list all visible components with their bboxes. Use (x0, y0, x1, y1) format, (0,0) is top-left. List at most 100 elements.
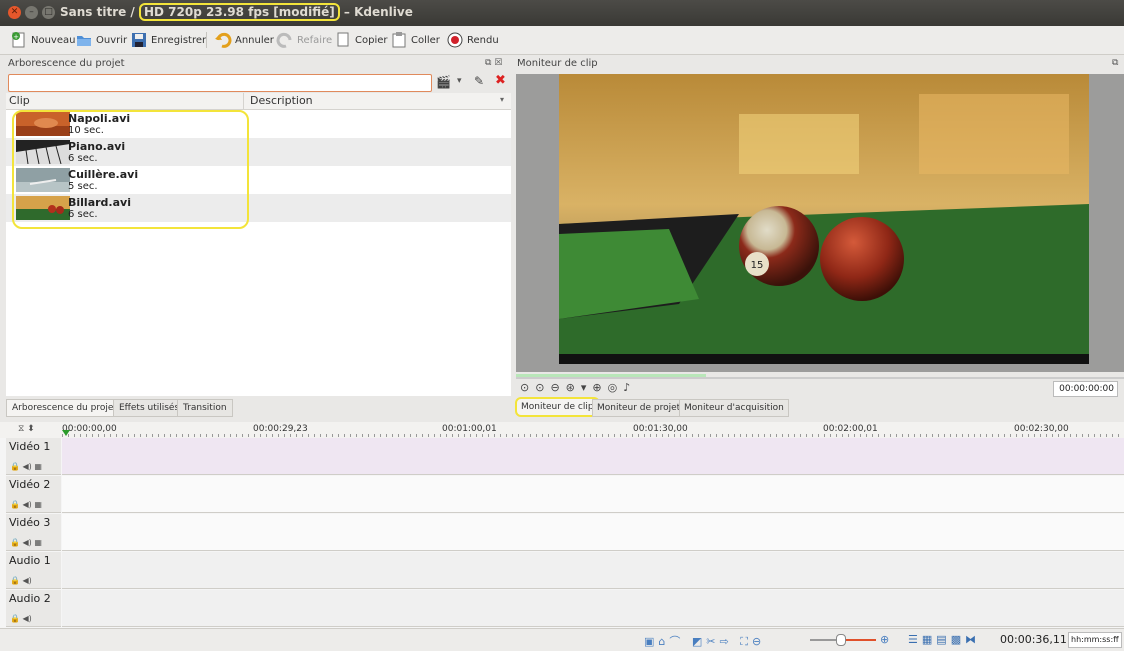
timeline-tracks: Vidéo 1 🔒 ◀) ▦ Vidéo 2 🔒 ◀) ▦ Vidéo 3 🔒 … (0, 438, 1124, 628)
track-view-tools: ☰▦▤▩⧓ (908, 633, 980, 646)
track-header[interactable]: Vidéo 3 🔒 ◀) ▦ (6, 514, 61, 551)
tab-project-monitor[interactable]: Moniteur de projet (592, 399, 686, 417)
save-button[interactable]: Enregistrer (130, 30, 206, 50)
status-tools: ▣⌂⌒ ◩✂⇨ ⛶⊖ (644, 633, 765, 649)
snap-icon[interactable]: ▣ (644, 635, 658, 648)
track-header[interactable]: Audio 1 🔒 ◀) (6, 552, 61, 589)
render-icon (447, 32, 463, 48)
track-lock-audio-icons[interactable]: 🔒 ◀) (10, 614, 32, 623)
show-markers-icon[interactable]: ▩ (951, 633, 965, 646)
track-lane[interactable] (62, 590, 1124, 627)
tab-effects-used[interactable]: Effets utilisés (113, 399, 186, 417)
spacer-tool-icon[interactable]: ⇨ (720, 635, 733, 648)
razor-tool-icon[interactable]: ✂ (706, 635, 719, 648)
track-lane[interactable] (62, 514, 1124, 551)
svg-text:15: 15 (751, 260, 764, 271)
sort-chevron-icon[interactable]: ▾ (500, 95, 504, 104)
window-title: Sans titre / HD 720p 23.98 fps [modifié]… (60, 3, 413, 21)
track-name: Vidéo 2 (9, 478, 51, 491)
project-tree-title: Arborescence du projet (8, 58, 125, 69)
forward-icon[interactable]: ⊕ (592, 381, 607, 394)
panel-float-icon[interactable]: ⧉ ☒ (485, 58, 502, 68)
tree-header: Clip Description ▾ (6, 93, 511, 110)
track-lane[interactable] (62, 476, 1124, 513)
timeline-ruler[interactable]: ⧖ ⬍ 00:00:00,00 00:00:29,23 00:01:00,01 … (0, 422, 1124, 439)
minimize-window-icon[interactable]: – (25, 6, 38, 19)
billiard-frame-image: 15 (559, 74, 1089, 364)
maximize-window-icon[interactable]: □ (42, 6, 55, 19)
column-description[interactable]: Description (250, 94, 313, 107)
title-prefix: Sans titre / (60, 5, 135, 19)
tab-transition[interactable]: Transition (177, 399, 233, 417)
track-lock-audio-video-icons[interactable]: 🔒 ◀) ▦ (10, 538, 42, 547)
redo-icon (276, 32, 292, 48)
open-folder-icon (77, 36, 91, 46)
svg-text:+: + (13, 33, 19, 41)
save-icon (132, 33, 146, 47)
redo-button[interactable]: Refaire (276, 30, 332, 50)
add-clip-icon[interactable]: 🎬 (436, 75, 451, 89)
play-options-chevron-icon[interactable]: ▾ (581, 381, 593, 394)
project-search-input[interactable] (8, 74, 432, 92)
redo-small-icon[interactable]: ⌒ (669, 635, 684, 648)
select-tool-icon[interactable]: ◩ (692, 635, 706, 648)
track-lock-audio-video-icons[interactable]: 🔒 ◀) ▦ (10, 462, 42, 471)
monitor-timecode[interactable]: 00:00:00:00 (1053, 381, 1118, 397)
play-icon[interactable]: ⊛ (566, 381, 581, 394)
close-window-icon[interactable]: ✕ (8, 6, 21, 19)
track-name: Audio 1 (9, 554, 51, 567)
view-options-icon[interactable]: ◎ (608, 381, 624, 394)
zoom-slider-handle[interactable] (836, 634, 846, 646)
paste-button[interactable]: Coller (390, 30, 440, 50)
copy-button[interactable]: Copier (334, 30, 388, 50)
zoom-out-icon[interactable]: ⊖ (752, 635, 765, 648)
auto-scroll-icon[interactable]: ⧓ (965, 633, 980, 646)
video-preview: 15 (559, 74, 1089, 364)
playhead-marker[interactable] (62, 430, 70, 436)
track-lane[interactable] (62, 438, 1124, 475)
ruler-label: 00:00:00,00 (62, 424, 117, 434)
new-file-icon: + (12, 32, 25, 48)
video-thumbs-icon[interactable]: ▦ (922, 633, 936, 646)
edit-clip-icon[interactable]: ✎ (474, 74, 484, 88)
rewind-icon[interactable]: ⊖ (550, 381, 565, 394)
ruler-label: 00:01:30,00 (633, 424, 688, 434)
status-bar: ▣⌂⌒ ◩✂⇨ ⛶⊖ ⊕ ☰▦▤▩⧓ (0, 628, 1124, 651)
set-zone-start-icon[interactable]: ⊙ (520, 381, 535, 394)
track-lock-audio-video-icons[interactable]: 🔒 ◀) ▦ (10, 500, 42, 509)
tab-capture-monitor[interactable]: Moniteur d'acquisition (679, 399, 789, 417)
fit-zoom-icon[interactable]: ⛶ (740, 635, 752, 648)
open-button[interactable]: Ouvrir (75, 30, 127, 50)
audio-thumbs-icon[interactable]: ▤ (936, 633, 950, 646)
track-lock-audio-icons[interactable]: 🔒 ◀) (10, 576, 32, 585)
main-toolbar: + Nouveau Ouvrir Enregistrer Annuler Ref… (0, 26, 1124, 55)
volume-icon[interactable]: ♪ (623, 381, 636, 394)
render-button[interactable]: Rendu (446, 30, 499, 50)
new-button[interactable]: + Nouveau (10, 30, 75, 50)
project-duration: 00:00:36,11 (1000, 633, 1067, 646)
title-profile: HD 720p 23.98 fps [modifié] (139, 3, 340, 21)
panel-float-icon[interactable]: ⧉ (1112, 58, 1118, 68)
tab-project-tree[interactable]: Arborescence du projet (6, 399, 123, 417)
copy-icon (337, 32, 349, 47)
track-header[interactable]: Vidéo 2 🔒 ◀) ▦ (6, 476, 61, 513)
title-bar: ✕ – □ Sans titre / HD 720p 23.98 fps [mo… (0, 0, 1124, 26)
chevron-down-icon[interactable]: ▾ (457, 76, 462, 86)
timecode-format-select[interactable]: hh:mm:ss:ff (1068, 632, 1122, 648)
set-zone-end-icon[interactable]: ⊙ (535, 381, 550, 394)
track-header[interactable]: Vidéo 1 🔒 ◀) ▦ (6, 438, 61, 475)
undo-icon (215, 32, 232, 48)
clips-highlight (12, 110, 249, 229)
tab-clip-monitor[interactable]: Moniteur de clip (515, 397, 600, 417)
track-lane[interactable] (62, 552, 1124, 589)
zoom-fit-icon[interactable]: ⧖ ⬍ (18, 424, 35, 434)
undo-small-icon[interactable]: ⌂ (658, 635, 669, 648)
zoom-in-icon[interactable]: ⊕ (880, 633, 889, 646)
delete-clip-icon[interactable]: ✖ (495, 73, 506, 88)
track-header[interactable]: Audio 2 🔒 ◀) (6, 590, 61, 627)
ruler-label: 00:00:29,23 (253, 424, 308, 434)
ruler-label: 00:01:00,01 (442, 424, 497, 434)
split-audio-icon[interactable]: ☰ (908, 633, 922, 646)
column-clip[interactable]: Clip (9, 94, 30, 107)
undo-button[interactable]: Annuler (214, 30, 274, 50)
